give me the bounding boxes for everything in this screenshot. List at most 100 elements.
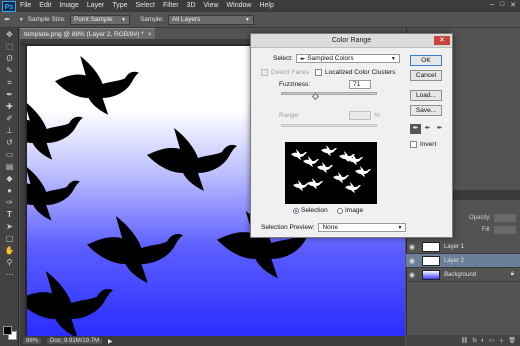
selection-preview-value: None xyxy=(322,224,339,231)
sample-select[interactable]: All Layers ▼ xyxy=(167,14,254,25)
range-input[interactable] xyxy=(349,111,371,120)
type-tool-icon[interactable]: T xyxy=(2,209,17,220)
add-mask-icon[interactable]: ◐ xyxy=(481,338,485,344)
foreground-color-swatch[interactable] xyxy=(3,326,12,335)
more-tools-icon[interactable]: ⋯ xyxy=(2,269,17,280)
blur-tool-icon[interactable]: ◆ xyxy=(2,173,17,184)
gradient-tool-icon[interactable]: ▤ xyxy=(2,161,17,172)
menu-3d[interactable]: 3D xyxy=(183,0,200,12)
close-tab-icon[interactable]: × xyxy=(148,31,152,38)
bird-silhouette xyxy=(27,166,80,221)
eyedropper-tool-icon[interactable]: ✒ xyxy=(4,15,11,24)
visibility-eye-icon[interactable]: ◉ xyxy=(406,271,418,279)
history-brush-tool-icon[interactable]: ↺ xyxy=(2,137,17,148)
new-group-icon[interactable]: ▭ xyxy=(489,337,495,344)
minimize-button[interactable]: – xyxy=(490,1,494,9)
image-radio-label: Image xyxy=(345,207,364,214)
tool-preset-caret-icon[interactable]: ▼ xyxy=(19,17,24,23)
load-button[interactable]: Load... xyxy=(410,90,442,101)
opacity-field[interactable] xyxy=(494,214,516,222)
dodge-tool-icon[interactable]: ● xyxy=(2,185,17,196)
hand-tool-icon[interactable]: ✋ xyxy=(2,245,17,256)
maximize-button[interactable]: □ xyxy=(500,1,504,9)
localized-clusters-checkbox[interactable] xyxy=(315,69,322,76)
range-slider-track[interactable] xyxy=(281,124,377,127)
options-bar: ✒ ▼ Sample Size: Point Sample ▼ Sample: … xyxy=(0,12,520,28)
dialog-titlebar[interactable]: Color Range ✕ xyxy=(251,34,452,48)
fx-icon[interactable]: fx xyxy=(472,338,477,344)
close-app-button[interactable]: ✕ xyxy=(510,1,516,9)
zoom-level[interactable]: 88% xyxy=(23,338,42,344)
preview-birds xyxy=(291,145,371,193)
pen-tool-icon[interactable]: ✑ xyxy=(2,197,17,208)
menu-layer[interactable]: Layer xyxy=(83,0,109,12)
status-arrow-icon[interactable]: ▶ xyxy=(108,338,113,345)
ok-button[interactable]: OK xyxy=(410,55,442,66)
crop-tool-icon[interactable]: ⌗ xyxy=(2,77,17,88)
fuzziness-row: Fuzziness: xyxy=(279,81,310,88)
selection-preview-image[interactable] xyxy=(285,142,377,204)
menu-image[interactable]: Image xyxy=(55,0,82,12)
fuzziness-input[interactable]: 71 xyxy=(349,80,371,89)
menu-view[interactable]: View xyxy=(200,0,223,12)
menu-window[interactable]: Window xyxy=(223,0,256,12)
healing-tool-icon[interactable]: ✚ xyxy=(2,101,17,112)
eraser-tool-icon[interactable]: ▭ xyxy=(2,149,17,160)
bird-silhouette xyxy=(27,101,83,160)
fill-field[interactable] xyxy=(494,226,516,234)
visibility-eye-icon[interactable]: ◉ xyxy=(406,243,418,251)
color-range-dialog: Color Range ✕ Select: ✒ Sampled Colors ▼… xyxy=(250,33,453,238)
menu-file[interactable]: File xyxy=(16,0,35,12)
preview-row: Selection Preview: None ▼ xyxy=(261,223,407,232)
visibility-eye-icon[interactable]: ◉ xyxy=(406,257,418,265)
stamp-tool-icon[interactable]: ⊥ xyxy=(2,125,17,136)
layer-row[interactable]: ◉ Layer 2 xyxy=(406,254,520,268)
window-controls: – □ ✕ xyxy=(490,1,516,9)
delete-layer-icon[interactable]: 🗑︎ xyxy=(508,337,516,344)
move-tool-icon[interactable]: ✥ xyxy=(2,29,17,40)
lock-icon[interactable]: 🔒︎ xyxy=(511,271,514,278)
marquee-tool-icon[interactable]: ⬚ xyxy=(2,41,17,52)
add-to-sample-eyedropper-icon[interactable]: ✒ xyxy=(422,124,433,134)
invert-checkbox[interactable] xyxy=(410,141,417,148)
brush-tool-icon[interactable]: ✐ xyxy=(2,113,17,124)
chevron-down-icon: ▼ xyxy=(121,16,126,23)
link-layers-icon[interactable]: ⛓ xyxy=(461,337,469,344)
detect-faces-row: Detect Faces xyxy=(261,69,309,76)
select-dropdown[interactable]: ✒ Sampled Colors ▼ xyxy=(295,54,400,63)
cancel-button[interactable]: Cancel xyxy=(410,70,442,81)
document-tab[interactable]: template.png @ 88% (Layer 2, RGB/8#) * × xyxy=(20,28,156,39)
menu-help[interactable]: Help xyxy=(255,0,277,12)
layer-name[interactable]: Background xyxy=(444,272,476,278)
menu-type[interactable]: Type xyxy=(108,0,131,12)
eyedropper-tool-icon[interactable]: ✒ xyxy=(2,89,17,100)
image-radio[interactable] xyxy=(337,207,343,214)
dialog-close-button[interactable]: ✕ xyxy=(434,36,450,45)
selection-radio[interactable] xyxy=(293,207,299,214)
path-select-tool-icon[interactable]: ➤ xyxy=(2,221,17,232)
menu-edit[interactable]: Edit xyxy=(35,0,55,12)
layer-row[interactable]: ◉ Layer 1 xyxy=(406,240,520,254)
lasso-tool-icon[interactable]: ʘ xyxy=(2,53,17,64)
sample-size-select[interactable]: Point Sample ▼ xyxy=(69,14,130,25)
invert-label: Invert xyxy=(420,141,437,148)
zoom-tool-icon[interactable]: ⚲ xyxy=(2,257,17,268)
new-layer-icon[interactable]: ＋ xyxy=(498,336,504,345)
menu-select[interactable]: Select xyxy=(132,0,159,12)
quick-select-tool-icon[interactable]: ✎ xyxy=(2,65,17,76)
layer-name[interactable]: Layer 1 xyxy=(444,244,464,250)
layer-name[interactable]: Layer 2 xyxy=(444,258,464,264)
menu-filter[interactable]: Filter xyxy=(159,0,183,12)
save-button[interactable]: Save... xyxy=(410,105,442,116)
eyedropper-icon[interactable]: ✒ xyxy=(410,124,421,134)
layers-list: ◉ Layer 1 ◉ Layer 2 ◉ Background 🔒︎ xyxy=(406,240,520,282)
fuzziness-slider-track[interactable] xyxy=(281,92,377,95)
shape-tool-icon[interactable]: ▢ xyxy=(2,233,17,244)
selection-preview-select[interactable]: None ▼ xyxy=(318,223,407,232)
chevron-down-icon: ▼ xyxy=(244,16,250,23)
subtract-from-sample-eyedropper-icon[interactable]: ✒ xyxy=(434,124,445,134)
color-swatches[interactable] xyxy=(3,326,17,340)
vertical-ruler[interactable] xyxy=(20,45,26,336)
detect-faces-checkbox[interactable] xyxy=(261,69,268,76)
layer-row[interactable]: ◉ Background 🔒︎ xyxy=(406,268,520,282)
